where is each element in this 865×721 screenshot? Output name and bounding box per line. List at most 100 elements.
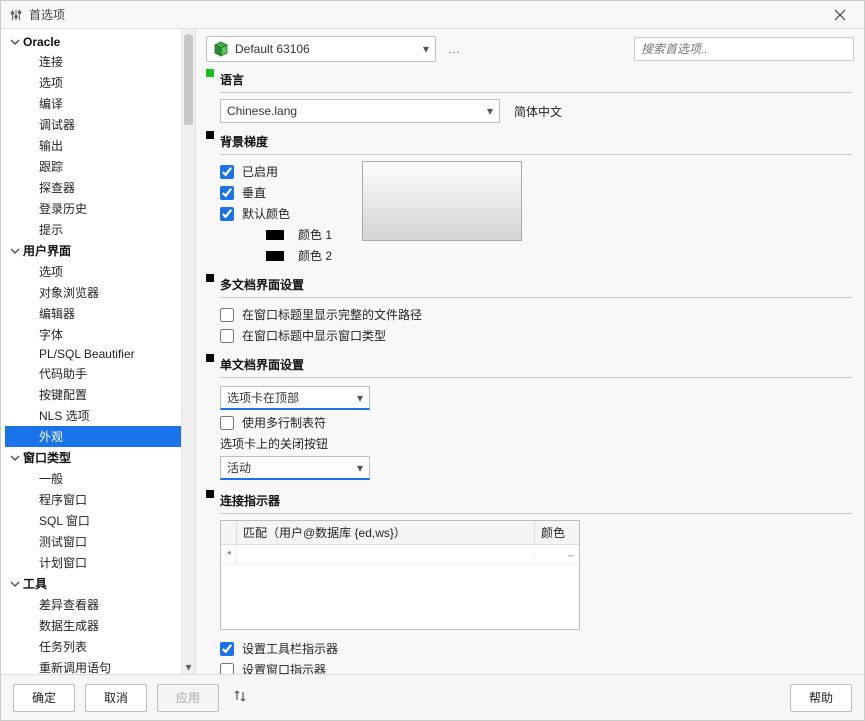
window-title: 首选项: [29, 6, 65, 23]
ok-button[interactable]: 确定: [13, 684, 75, 712]
sort-toggle-icon[interactable]: [229, 689, 251, 706]
section-marker-icon: [206, 490, 214, 498]
group-label: 窗口类型: [23, 449, 71, 466]
cancel-button[interactable]: 取消: [85, 684, 147, 712]
scroll-thumb[interactable]: [184, 35, 193, 125]
chevron-down-icon: ▾: [487, 104, 493, 118]
group-tools[interactable]: 工具: [5, 573, 181, 594]
node-options[interactable]: 选项: [5, 72, 181, 93]
group-window-types[interactable]: 窗口类型: [5, 447, 181, 468]
node-trace[interactable]: 跟踪: [5, 156, 181, 177]
sdi-close-label: 选项卡上的关闭按钮: [220, 435, 328, 452]
close-button-select[interactable]: 活动 ▾: [220, 456, 370, 480]
mdi-showtype-checkbox[interactable]: [220, 329, 234, 343]
gradient-preview: [362, 161, 522, 241]
section-marker-icon: [206, 274, 214, 282]
node-program-window[interactable]: 程序窗口: [5, 489, 181, 510]
main-panel: Default 63106 ▾ … 语言 Chinese.lang ▾: [196, 29, 864, 674]
search-input-wrapper: [634, 37, 854, 61]
table-row[interactable]: * ···: [221, 545, 579, 565]
color2-label: 颜色 2: [298, 247, 332, 264]
node-ui-options[interactable]: 选项: [5, 261, 181, 282]
close-button-value: 活动: [227, 459, 251, 476]
node-recall[interactable]: 重新调用语句: [5, 657, 181, 674]
language-name: 简体中文: [514, 103, 562, 120]
node-compile[interactable]: 编译: [5, 93, 181, 114]
color2-swatch[interactable]: [266, 251, 284, 261]
language-file-value: Chinese.lang: [227, 104, 297, 118]
node-connection[interactable]: 连接: [5, 51, 181, 72]
language-file-select[interactable]: Chinese.lang ▾: [220, 99, 500, 123]
section-marker-icon: [206, 69, 214, 77]
node-output[interactable]: 输出: [5, 135, 181, 156]
gradient-default-checkbox[interactable]: [220, 207, 234, 221]
node-diff-viewer[interactable]: 差异查看器: [5, 594, 181, 615]
node-logon-history[interactable]: 登录历史: [5, 198, 181, 219]
group-ui[interactable]: 用户界面: [5, 240, 181, 261]
group-label: 工具: [23, 575, 47, 592]
gradient-enabled-checkbox[interactable]: [220, 165, 234, 179]
node-nls-options[interactable]: NLS 选项: [5, 405, 181, 426]
node-data-generator[interactable]: 数据生成器: [5, 615, 181, 636]
node-test-window[interactable]: 测试窗口: [5, 531, 181, 552]
section-marker-icon: [206, 131, 214, 139]
section-sdi: 单文档界面设置 选项卡在顶部 ▾ 使用多行制表符 选项卡上的关闭按钮 活动 ▾: [202, 354, 852, 482]
close-button[interactable]: [824, 1, 856, 28]
node-plan-window[interactable]: 计划窗口: [5, 552, 181, 573]
node-appearance[interactable]: 外观: [5, 426, 181, 447]
section-conn-indicators: 连接指示器 匹配（用户@数据库 {ed,ws}） 颜色 * ···: [202, 490, 852, 674]
mdi-fullpath-label: 在窗口标题里显示完整的文件路径: [242, 306, 422, 323]
section-marker-icon: [206, 354, 214, 362]
heading-language: 语言: [220, 69, 852, 93]
connection-select[interactable]: Default 63106 ▾: [206, 36, 436, 62]
heading-mdi: 多文档界面设置: [220, 274, 852, 298]
table-empty-area: [221, 565, 579, 629]
settings-icon: [9, 8, 23, 22]
heading-gradient: 背景梯度: [220, 131, 852, 155]
section-language: 语言 Chinese.lang ▾ 简体中文: [202, 69, 852, 123]
ind-window-label: 设置窗口指示器: [242, 661, 326, 674]
node-profiler[interactable]: 探查器: [5, 177, 181, 198]
sdi-multiline-checkbox[interactable]: [220, 416, 234, 430]
col-match: 匹配（用户@数据库 {ed,ws}）: [237, 521, 535, 544]
color-cell-button[interactable]: ···: [535, 546, 579, 564]
help-button[interactable]: 帮助: [790, 684, 852, 712]
group-oracle[interactable]: Oracle: [5, 33, 181, 51]
node-general[interactable]: 一般: [5, 468, 181, 489]
section-mdi: 多文档界面设置 在窗口标题里显示完整的文件路径 在窗口标题中显示窗口类型: [202, 274, 852, 346]
gradient-enabled-label: 已启用: [242, 163, 278, 180]
database-cube-icon: [213, 41, 229, 57]
color1-label: 颜色 1: [298, 226, 332, 243]
node-fonts[interactable]: 字体: [5, 324, 181, 345]
scroll-down-icon[interactable]: ▾: [182, 660, 195, 674]
connection-browse-button[interactable]: …: [444, 42, 464, 56]
node-todo-list[interactable]: 任务列表: [5, 636, 181, 657]
chevron-down-icon: [9, 453, 21, 463]
node-editor[interactable]: 编辑器: [5, 303, 181, 324]
node-object-browser[interactable]: 对象浏览器: [5, 282, 181, 303]
match-cell[interactable]: [237, 553, 535, 557]
sidebar-scrollbar[interactable]: ▴ ▾: [181, 29, 195, 674]
node-beautifier[interactable]: PL/SQL Beautifier: [5, 345, 181, 363]
node-code-assist[interactable]: 代码助手: [5, 363, 181, 384]
chevron-down-icon: ▾: [357, 391, 363, 405]
apply-button[interactable]: 应用: [157, 684, 219, 712]
ind-toolbar-checkbox[interactable]: [220, 642, 234, 656]
preferences-window: 首选项 Oracle 连接 选项 编译 调试器 输出 跟踪 探查器 登录历史 提…: [0, 0, 865, 721]
heading-sdi: 单文档界面设置: [220, 354, 852, 378]
node-debugger[interactable]: 调试器: [5, 114, 181, 135]
connection-label: Default 63106: [235, 42, 417, 56]
group-label: 用户界面: [23, 242, 71, 259]
gradient-vertical-checkbox[interactable]: [220, 186, 234, 200]
dialog-footer: 确定 取消 应用 帮助: [1, 674, 864, 720]
node-hints[interactable]: 提示: [5, 219, 181, 240]
node-sql-window[interactable]: SQL 窗口: [5, 510, 181, 531]
mdi-fullpath-checkbox[interactable]: [220, 308, 234, 322]
node-key-config[interactable]: 按键配置: [5, 384, 181, 405]
tabs-position-select[interactable]: 选项卡在顶部 ▾: [220, 386, 370, 410]
search-input[interactable]: [641, 38, 847, 60]
group-label: Oracle: [23, 35, 60, 49]
category-tree: Oracle 连接 选项 编译 调试器 输出 跟踪 探查器 登录历史 提示 用户…: [1, 29, 181, 674]
ind-window-checkbox[interactable]: [220, 663, 234, 675]
color1-swatch[interactable]: [266, 230, 284, 240]
